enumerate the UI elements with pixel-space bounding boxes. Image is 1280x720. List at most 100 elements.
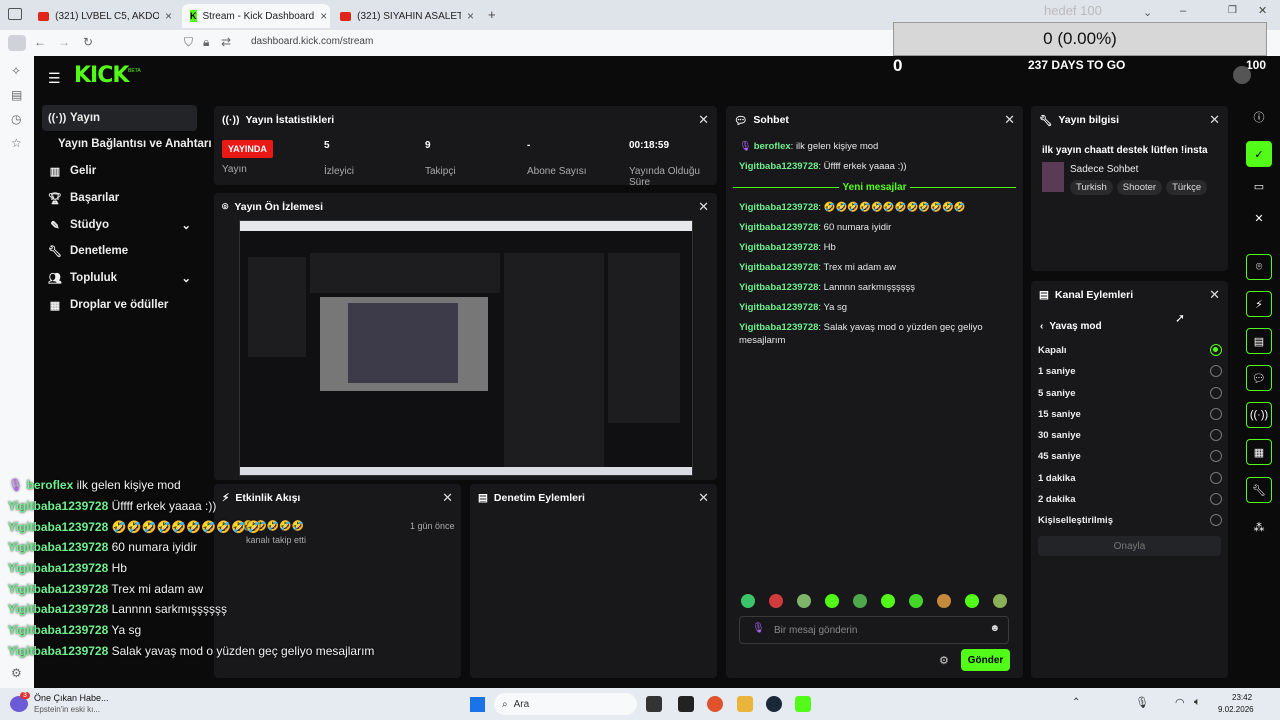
send-button[interactable]: Gönder xyxy=(961,649,1010,671)
emote-icon[interactable] xyxy=(797,594,811,608)
slow-mode-option[interactable]: 1 dakika xyxy=(1038,471,1222,485)
emote-icon[interactable] xyxy=(769,594,783,608)
chat-message-input[interactable]: 🎙︎ Bir mesaj gönderin ☻ xyxy=(739,616,1009,644)
settings-icon[interactable]: ⚙ xyxy=(11,666,22,680)
chevron-down-icon[interactable]: ⌄ xyxy=(1143,6,1152,19)
chevron-up-icon[interactable]: ⌃ xyxy=(1072,697,1080,708)
emote-icon[interactable] xyxy=(937,594,951,608)
minimize-icon[interactable]: – xyxy=(1180,5,1186,17)
slow-mode-option[interactable]: 1 saniye xyxy=(1038,364,1222,378)
close-icon[interactable]: × xyxy=(467,9,474,23)
emoji-icon[interactable]: ☻ xyxy=(989,623,1000,634)
lightning-icon[interactable]: ⚡︎ xyxy=(1246,291,1272,317)
close-icon[interactable]: ✕ xyxy=(1246,205,1272,231)
close-icon[interactable]: ✕ xyxy=(698,490,709,506)
forward-arrow-icon[interactable]: → xyxy=(58,35,70,49)
slow-mode-option[interactable]: 45 saniye xyxy=(1038,449,1222,463)
radio-button[interactable] xyxy=(1210,472,1222,484)
sidebar-item-yayin[interactable]: ((·)) Yayın xyxy=(42,105,197,131)
shield-icon[interactable]: ⛉ xyxy=(184,35,193,50)
close-icon[interactable]: × xyxy=(165,9,172,23)
chat-username[interactable]: Yigitbaba1239728 xyxy=(739,222,818,233)
document-icon[interactable]: ▤ xyxy=(1246,328,1272,354)
confirm-button[interactable]: Onayla xyxy=(1038,536,1221,556)
new-tab-button[interactable]: + xyxy=(488,7,496,22)
task-view-icon[interactable] xyxy=(646,696,662,712)
chat-username[interactable]: Yigitbaba1239728 xyxy=(739,322,818,333)
radio-button[interactable] xyxy=(1210,387,1222,399)
emote-icon[interactable] xyxy=(965,594,979,608)
tab-kick-dashboard[interactable]: K Stream - Kick Dashboard × xyxy=(182,4,330,28)
gear-icon[interactable]: ⚙ xyxy=(939,654,949,667)
kick-logo[interactable]: KICK xyxy=(74,63,129,88)
news-title[interactable]: Öne Çıkan Habe... xyxy=(34,693,109,703)
users-icon[interactable]: ⁂ xyxy=(1246,514,1272,540)
camera-icon[interactable]: ⌾ xyxy=(1246,254,1272,280)
permissions-icon[interactable]: ⇄ xyxy=(221,35,231,49)
chat-username[interactable]: Yigitbaba1239728 xyxy=(739,302,818,313)
info-icon[interactable]: ⓘ xyxy=(1246,104,1272,130)
file-explorer-icon[interactable] xyxy=(737,696,753,712)
sidebar-item-denetleme[interactable]: 🔧︎ Denetleme xyxy=(42,238,197,264)
chat-username[interactable]: beroflex xyxy=(754,141,791,152)
kick-app-icon[interactable] xyxy=(795,696,811,712)
chat-username[interactable]: Yigitbaba1239728 xyxy=(739,282,818,293)
emote-icon[interactable] xyxy=(825,594,839,608)
close-icon[interactable]: ✕ xyxy=(442,490,453,506)
close-icon[interactable]: ✕ xyxy=(698,112,709,128)
chat-username[interactable]: Yigitbaba1239728 xyxy=(739,202,818,213)
slow-mode-option[interactable]: 2 dakika xyxy=(1038,492,1222,506)
emote-icon[interactable] xyxy=(993,594,1007,608)
close-icon[interactable]: ✕ xyxy=(698,199,709,215)
check-icon[interactable]: ✓ xyxy=(1246,141,1272,167)
tab-list-icon[interactable] xyxy=(8,8,22,20)
close-icon[interactable]: ✕ xyxy=(1209,112,1220,128)
slow-mode-option[interactable]: 30 saniye xyxy=(1038,428,1222,442)
sidebar-item-stream-key[interactable]: Yayın Bağlantısı ve Anahtarı xyxy=(42,131,212,157)
window-close-icon[interactable]: ✕ xyxy=(1258,4,1267,17)
radio-button[interactable] xyxy=(1210,408,1222,420)
chat-username[interactable]: Yigitbaba1239728 xyxy=(739,242,818,253)
steam-icon[interactable] xyxy=(766,696,782,712)
chat-bubble-icon[interactable]: 💬︎ xyxy=(1246,365,1272,391)
sidebar-item-studyo[interactable]: ✎ Stüdyo ⌄ xyxy=(42,212,197,238)
windows-start-icon[interactable] xyxy=(470,697,485,712)
slow-mode-option[interactable]: Kişiselleştirilmiş xyxy=(1038,513,1222,527)
firefox-icon[interactable] xyxy=(707,696,723,712)
tab-youtube-1[interactable]: (321) LVBEL C5, AKDO - ÇÖZEM × xyxy=(30,4,180,28)
menu-icon[interactable]: ☰ xyxy=(48,70,61,87)
clock-date[interactable]: 9.02.2026 xyxy=(1218,705,1254,714)
reader-icon[interactable]: ▤ xyxy=(11,88,22,102)
radio-button[interactable] xyxy=(1210,429,1222,441)
lock-icon[interactable]: 🔒︎ xyxy=(203,35,209,50)
clock-time[interactable]: 23:42 xyxy=(1232,693,1252,702)
radio-button[interactable] xyxy=(1210,450,1222,462)
volume-icon[interactable]: 🔈︎ xyxy=(1194,696,1201,709)
radio-button[interactable] xyxy=(1210,514,1222,526)
broadcast-icon[interactable]: ((·)) xyxy=(1246,402,1272,428)
back-arrow-icon[interactable]: ← xyxy=(34,35,46,49)
slow-mode-back-button[interactable]: ‹ Yavaş mod xyxy=(1040,321,1102,332)
layout-icon[interactable]: ▭ xyxy=(1246,173,1272,199)
radio-button[interactable] xyxy=(1210,365,1222,377)
wifi-icon[interactable]: ◠ xyxy=(1175,696,1185,709)
slow-mode-option[interactable]: Kapalı xyxy=(1038,343,1222,357)
slow-mode-option[interactable]: 15 saniye xyxy=(1038,407,1222,421)
history-icon[interactable]: ◷ xyxy=(11,112,21,126)
sidebar-item-droplar[interactable]: ▦ Droplar ve ödüller xyxy=(42,292,197,318)
taskbar-search[interactable]: ⌕ Ara xyxy=(494,693,637,715)
wrench-icon[interactable]: 🔧︎ xyxy=(1246,477,1272,503)
close-icon[interactable]: ✕ xyxy=(1004,112,1015,128)
chat-username[interactable]: Yigitbaba1239728 xyxy=(739,161,818,172)
sidebar-toggle-icon[interactable] xyxy=(8,35,26,51)
close-icon[interactable]: × xyxy=(320,9,327,23)
sidebar-item-gelir[interactable]: ▥ Gelir xyxy=(42,158,197,184)
close-icon[interactable]: ✕ xyxy=(1209,287,1220,303)
emote-icon[interactable] xyxy=(909,594,923,608)
app-icon[interactable] xyxy=(678,696,694,712)
emote-icon[interactable] xyxy=(881,594,895,608)
mic-icon[interactable]: 🎙︎ xyxy=(1135,696,1149,709)
emote-icon[interactable] xyxy=(741,594,755,608)
stream-preview-video[interactable] xyxy=(239,220,693,476)
restore-icon[interactable]: ❐ xyxy=(1228,5,1237,16)
